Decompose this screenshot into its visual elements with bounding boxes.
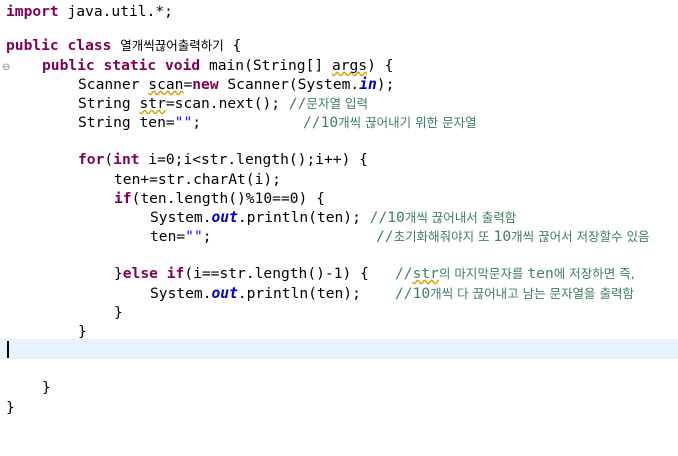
code-text: } bbox=[6, 399, 15, 416]
code-text: = bbox=[183, 76, 193, 93]
code-text: } bbox=[114, 265, 123, 282]
current-line-highlight bbox=[0, 339, 678, 359]
comment: ten bbox=[527, 265, 554, 282]
keyword: else bbox=[122, 265, 158, 282]
comment: // bbox=[395, 265, 413, 282]
code-line-22: } bbox=[6, 396, 15, 420]
comment: //10 bbox=[303, 114, 339, 131]
variable: scan bbox=[148, 76, 184, 93]
code-text: i=0;i<str.length();i++) { bbox=[139, 151, 368, 168]
code-text: { bbox=[223, 37, 242, 54]
code-line-7: String ten=""; bbox=[78, 111, 201, 135]
comment: str bbox=[412, 265, 439, 282]
code-text: main(String[] bbox=[200, 57, 332, 74]
static-field: out bbox=[211, 209, 238, 226]
keyword: if bbox=[166, 265, 185, 282]
comment: 초기화해줘야지 또 bbox=[393, 229, 494, 244]
comment: //10 bbox=[395, 285, 431, 302]
class-name: 열개씩끊어출력하기 bbox=[120, 38, 224, 53]
code-text: ); bbox=[376, 76, 395, 93]
code-text: Scanner(System. bbox=[218, 76, 360, 93]
string-literal: "" bbox=[185, 228, 203, 245]
comment: //10 bbox=[369, 209, 405, 226]
code-text: } bbox=[42, 379, 51, 396]
code-line-16: System.out.println(ten); bbox=[150, 282, 361, 306]
comment: // bbox=[376, 228, 394, 245]
parameter: args bbox=[331, 57, 368, 74]
comment: 의 마지막문자를 bbox=[438, 266, 528, 281]
code-text: } bbox=[78, 323, 87, 340]
code-text: (ten.length()%10==0) { bbox=[131, 190, 325, 207]
variable: str bbox=[139, 95, 166, 112]
comment: 개씩 다 끊어내고 남는 문자열을 출력함 bbox=[430, 286, 635, 301]
code-text: (i==str.length()-1) { bbox=[184, 265, 369, 282]
text-caret bbox=[7, 341, 9, 358]
code-text: =scan.next(); bbox=[165, 95, 289, 112]
code-line-1: import java.util.*; bbox=[6, 0, 173, 24]
comment: 문자열 입력 bbox=[306, 96, 368, 111]
comment: 개씩 끊어내기 위한 문자열 bbox=[338, 115, 477, 130]
comment: // bbox=[288, 95, 307, 112]
static-field: in bbox=[359, 76, 377, 93]
keyword: for bbox=[78, 151, 105, 168]
code-text: ( bbox=[104, 151, 114, 168]
code-text: ; bbox=[192, 114, 202, 131]
code-line-18: } bbox=[78, 320, 87, 344]
code-text: System. bbox=[150, 209, 212, 226]
code-text: java.util.*; bbox=[58, 3, 173, 20]
code-text: } bbox=[114, 304, 123, 321]
keyword: import bbox=[6, 3, 59, 20]
code-text: .println(ten); bbox=[237, 209, 370, 226]
code-text: ; bbox=[202, 228, 212, 245]
code-line-13: ten=""; bbox=[150, 225, 212, 249]
code-text: Scanner bbox=[78, 76, 149, 93]
keyword: int bbox=[113, 151, 140, 168]
code-text: String ten= bbox=[78, 114, 175, 131]
static-field: out bbox=[211, 285, 238, 302]
keyword: if bbox=[114, 190, 132, 207]
code-text: .println(ten); bbox=[237, 285, 361, 302]
code-comment-7: //10개씩 끊어내기 위한 문자열 bbox=[303, 111, 477, 135]
keyword: public class bbox=[6, 37, 112, 54]
comment: 에 저장하면 즉, bbox=[553, 266, 635, 281]
code-text: System. bbox=[150, 285, 212, 302]
keyword: new bbox=[192, 76, 219, 93]
code-text: ten= bbox=[150, 228, 186, 245]
code-editor[interactable]: ⊖ import java.util.*; public class 열개씩끊어… bbox=[0, 0, 678, 456]
string-literal: "" bbox=[174, 114, 193, 131]
keyword: public static void bbox=[42, 57, 201, 74]
override-marker-icon: ⊖ bbox=[2, 62, 11, 73]
code-line-21: } bbox=[42, 376, 51, 400]
comment: 개씩 끊어서 저장할수 있음 bbox=[511, 229, 650, 244]
code-text: String bbox=[78, 95, 140, 112]
code-comment-16: //10개씩 다 끊어내고 남는 문자열을 출력함 bbox=[395, 282, 634, 306]
code-comment-13: //초기화해줘야지 또 10개씩 끊어서 저장할수 있음 bbox=[376, 225, 650, 249]
code-line-17: } bbox=[114, 301, 123, 325]
code-text: ten+=str.charAt(i); bbox=[114, 171, 281, 188]
comment: 10 bbox=[493, 228, 512, 245]
comment: 개씩 끊어내서 출력함 bbox=[404, 210, 517, 225]
code-text: ) { bbox=[367, 57, 394, 74]
